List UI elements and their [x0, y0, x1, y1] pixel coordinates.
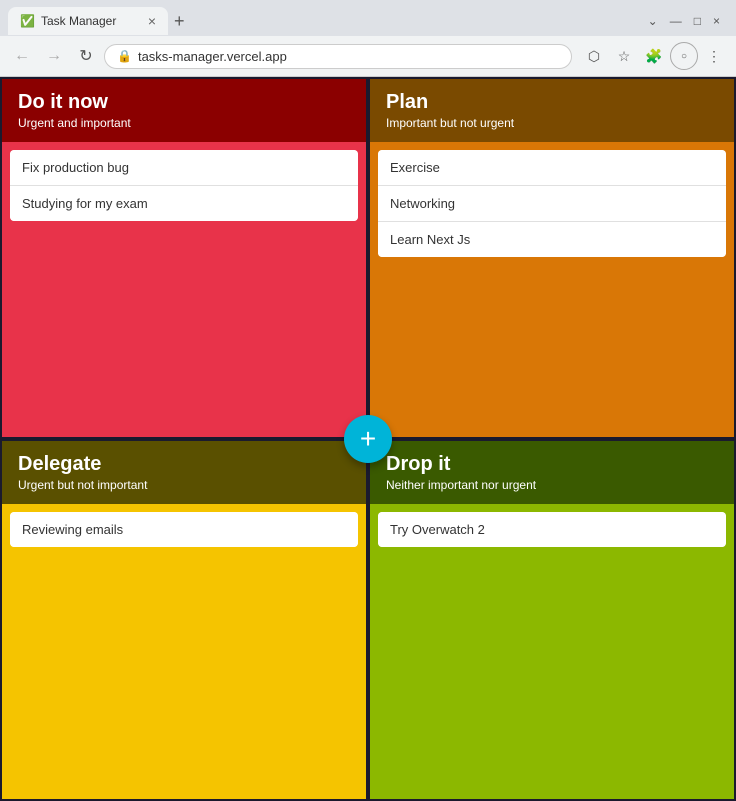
task-text: Try Overwatch 2 [390, 522, 485, 537]
quadrant-plan-title: Plan [386, 91, 718, 114]
app-content: Do it now Urgent and important Fix produ… [0, 77, 736, 801]
maximize-button[interactable]: □ [694, 14, 701, 28]
plan-task-card: Exercise Networking Learn Next Js [378, 150, 726, 257]
task-text: Networking [390, 196, 455, 211]
bookmark-button[interactable]: ☆ [610, 42, 638, 70]
quadrant-plan-subtitle: Important but not urgent [386, 116, 718, 130]
close-window-button[interactable]: × [713, 14, 720, 28]
quadrant-plan-header: Plan Important but not urgent [370, 79, 734, 142]
nav-actions: ⬡ ☆ 🧩 ○ ⋮ [580, 42, 728, 70]
minimize-button[interactable]: — [670, 14, 682, 28]
list-item[interactable]: Learn Next Js [378, 222, 726, 257]
quadrant-drop-body: Try Overwatch 2 [370, 504, 734, 799]
list-item[interactable]: Exercise [378, 150, 726, 186]
quadrant-delegate: Delegate Urgent but not important Review… [0, 439, 368, 801]
quadrant-drop-subtitle: Neither important nor urgent [386, 478, 718, 492]
tab-bar: ✅ Task Manager × + ⌄ — □ × [0, 0, 736, 36]
quadrant-do-title: Do it now [18, 91, 350, 114]
list-item[interactable]: Networking [378, 186, 726, 222]
window-controls: ⌄ — □ × [648, 14, 728, 28]
list-item[interactable]: Reviewing emails [10, 512, 358, 547]
task-text: Reviewing emails [22, 522, 123, 537]
profile-circle-button[interactable]: ○ [670, 42, 698, 70]
nav-bar: ← → ↻ 🔒 tasks-manager.vercel.app ⬡ ☆ 🧩 ○… [0, 36, 736, 76]
do-task-card: Fix production bug Studying for my exam [10, 150, 358, 221]
drop-task-card: Try Overwatch 2 [378, 512, 726, 547]
extension-button[interactable]: 🧩 [640, 42, 668, 70]
quadrant-do: Do it now Urgent and important Fix produ… [0, 77, 368, 439]
list-item[interactable]: Try Overwatch 2 [378, 512, 726, 547]
list-item[interactable]: Fix production bug [10, 150, 358, 186]
address-bar[interactable]: 🔒 tasks-manager.vercel.app [104, 44, 572, 69]
add-task-fab[interactable]: + [344, 415, 392, 463]
tab-title: Task Manager [41, 14, 116, 28]
chevron-down-icon: ⌄ [648, 14, 658, 28]
new-tab-button[interactable]: + [168, 11, 191, 32]
quadrant-do-body: Fix production bug Studying for my exam [2, 142, 366, 437]
back-button[interactable]: ← [8, 42, 36, 70]
url-text: tasks-manager.vercel.app [138, 49, 287, 64]
quadrant-delegate-header: Delegate Urgent but not important [2, 441, 366, 504]
task-text: Studying for my exam [22, 196, 148, 211]
browser-chrome: ✅ Task Manager × + ⌄ — □ × ← → ↻ 🔒 tasks… [0, 0, 736, 77]
task-text: Learn Next Js [390, 232, 470, 247]
quadrant-plan: Plan Important but not urgent Exercise N… [368, 77, 736, 439]
quadrant-delegate-title: Delegate [18, 453, 350, 476]
tab-favicon: ✅ [20, 14, 35, 28]
tab-close-button[interactable]: × [148, 13, 156, 29]
delegate-task-card: Reviewing emails [10, 512, 358, 547]
task-text: Exercise [390, 160, 440, 175]
quadrant-delegate-body: Reviewing emails [2, 504, 366, 799]
forward-button[interactable]: → [40, 42, 68, 70]
quadrant-delegate-subtitle: Urgent but not important [18, 478, 350, 492]
reload-button[interactable]: ↻ [72, 42, 100, 70]
task-text: Fix production bug [22, 160, 129, 175]
active-tab[interactable]: ✅ Task Manager × [8, 7, 168, 35]
quadrant-plan-body: Exercise Networking Learn Next Js [370, 142, 734, 437]
quadrant-do-subtitle: Urgent and important [18, 116, 350, 130]
menu-button[interactable]: ⋮ [700, 42, 728, 70]
quadrant-do-header: Do it now Urgent and important [2, 79, 366, 142]
lock-icon: 🔒 [117, 49, 132, 63]
list-item[interactable]: Studying for my exam [10, 186, 358, 221]
quadrant-drop-title: Drop it [386, 453, 718, 476]
quadrant-drop-header: Drop it Neither important nor urgent [370, 441, 734, 504]
share-button[interactable]: ⬡ [580, 42, 608, 70]
quadrant-drop: Drop it Neither important nor urgent Try… [368, 439, 736, 801]
